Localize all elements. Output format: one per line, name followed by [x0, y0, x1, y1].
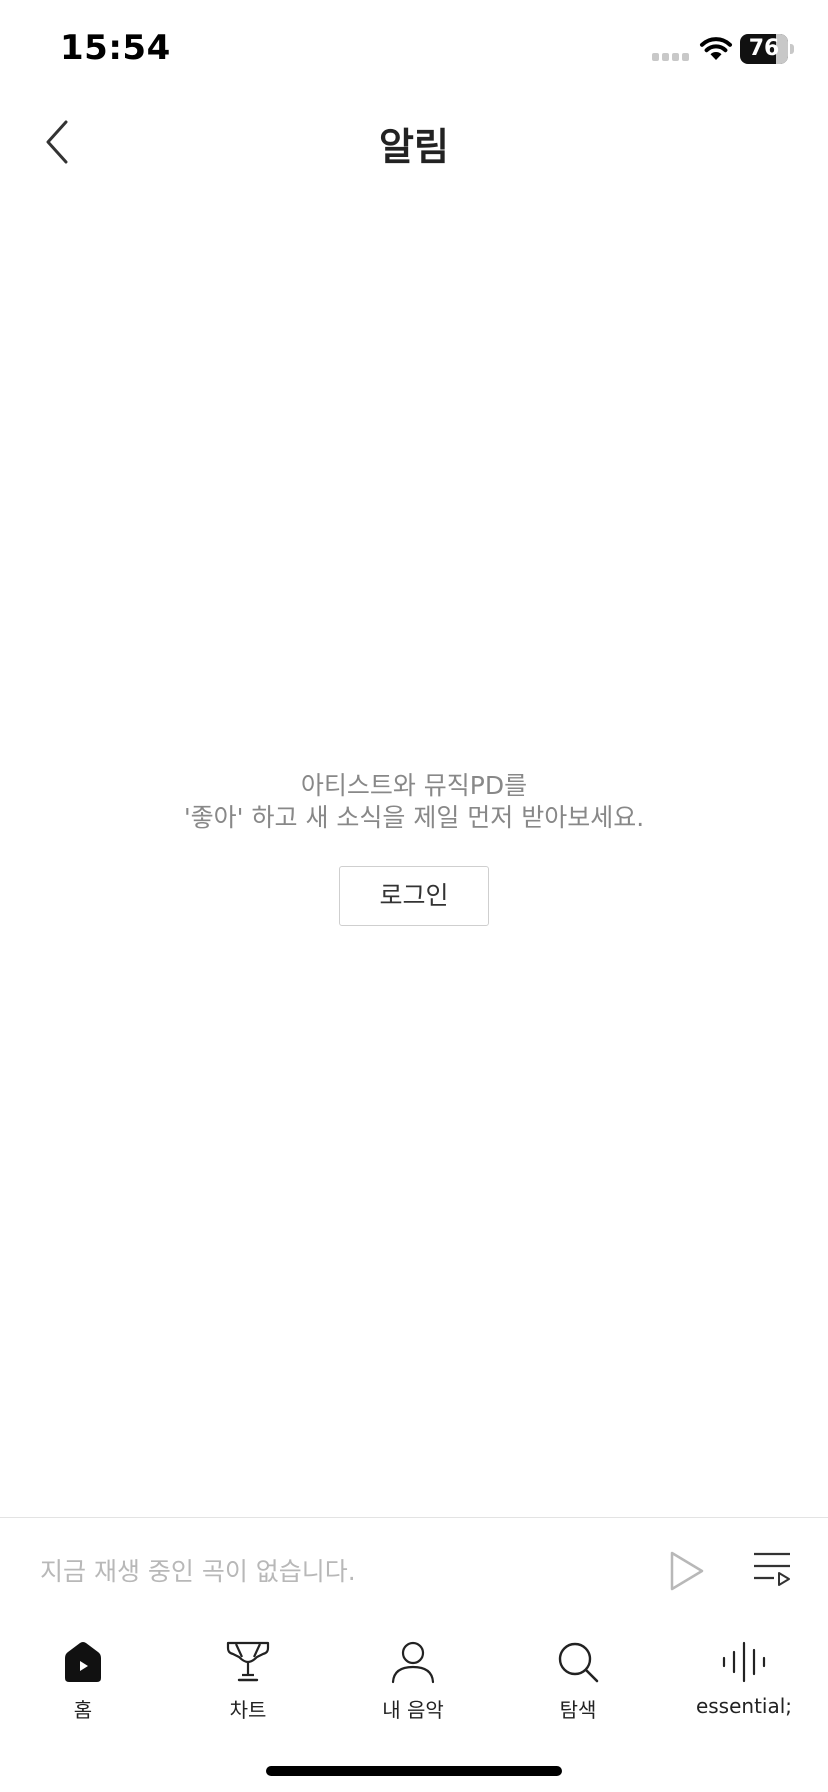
header: 알림 [0, 100, 828, 184]
page-title: 알림 [379, 125, 449, 169]
tab-essential[interactable]: essential; [674, 1640, 814, 1730]
playlist-button[interactable] [752, 1550, 792, 1590]
tab-label-search: 탐색 [559, 1698, 597, 1722]
empty-message: 아티스트와 뮤직PD를 '좋아' 하고 새 소식을 제일 먼저 받아보세요. [0, 770, 828, 834]
tab-my-music[interactable]: 내 음악 [343, 1640, 483, 1730]
battery-icon: 76 [740, 34, 796, 64]
home-icon [65, 1642, 101, 1682]
trophy-icon [226, 1641, 270, 1682]
empty-message-line-2: '좋아' 하고 새 소식을 제일 먼저 받아보세요. [183, 803, 645, 832]
notifications-screen: 15:54 76 알림 아티스트와 뮤직PD를 '좋아' 하고 새 소식을 제일… [0, 0, 828, 1792]
empty-state: 아티스트와 뮤직PD를 '좋아' 하고 새 소식을 제일 먼저 받아보세요. 로… [0, 770, 828, 926]
person-icon [391, 1641, 435, 1684]
tab-chart[interactable]: 차트 [178, 1640, 318, 1730]
battery-level: 76 [748, 36, 780, 61]
tab-search[interactable]: 탐색 [508, 1640, 648, 1730]
tab-home[interactable]: 홈 [13, 1640, 153, 1730]
cellular-signal-icon [652, 53, 689, 61]
login-button[interactable]: 로그인 [339, 866, 489, 926]
play-button[interactable] [664, 1548, 708, 1594]
tab-label-chart: 차트 [229, 1698, 267, 1722]
empty-message-line-1: 아티스트와 뮤직PD를 [300, 771, 528, 800]
home-indicator [266, 1766, 562, 1776]
search-icon [558, 1642, 599, 1683]
mini-player: 지금 재생 중인 곡이 없습니다. [0, 1517, 828, 1624]
tab-label-my-music: 내 음악 [382, 1698, 444, 1722]
status-time: 15:54 [60, 28, 171, 68]
soundwave-icon [722, 1641, 766, 1683]
now-playing-status: 지금 재생 중인 곡이 없습니다. [40, 1557, 356, 1586]
wifi-icon [700, 37, 732, 60]
tab-label-essential: essential; [695, 1694, 793, 1718]
tab-bar: 홈 차트 내 음악 탐색 essential; [0, 1624, 828, 1734]
status-bar: 15:54 76 [0, 0, 828, 100]
tab-label-home: 홈 [73, 1698, 93, 1722]
